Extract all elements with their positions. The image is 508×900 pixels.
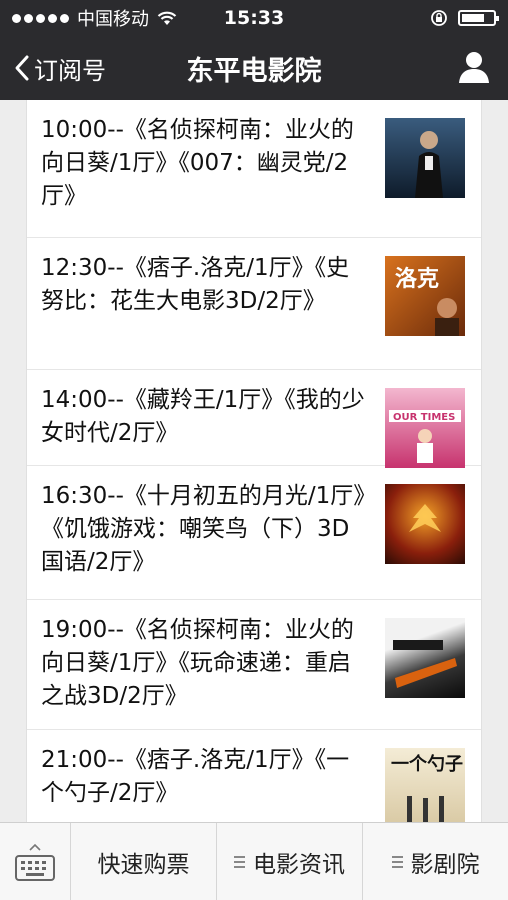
showtime-row[interactable]: 10:00--《名侦探柯南：业火的向日葵/1厅》《007：幽灵党/2厅》 <box>27 100 481 238</box>
profile-button[interactable] <box>458 50 490 88</box>
menu-list-icon <box>391 855 403 868</box>
svg-text:OUR TIMES: OUR TIMES <box>393 412 455 423</box>
menu-theater-label: 影剧院 <box>410 851 480 878</box>
status-time: 15:33 <box>223 7 285 29</box>
svg-text:一个勺子!: 一个勺子! <box>391 753 465 775</box>
menu-theater[interactable]: 影剧院 <box>362 823 508 900</box>
showtime-text: 19:00--《名侦探柯南：业火的向日葵/1厅》《玩命速递：重启之战3D/2厅》 <box>41 617 354 709</box>
chevron-up-icon <box>29 843 41 851</box>
menu-quick-ticket[interactable]: 快速购票 <box>70 823 216 900</box>
menu-movie-news-label: 电影资讯 <box>253 851 345 878</box>
back-button[interactable]: 订阅号 <box>0 36 106 100</box>
poster-a-fool-icon: 一个勺子! <box>385 748 465 822</box>
keyboard-icon <box>15 854 55 881</box>
menu-quick-ticket-label: 快速购票 <box>97 851 190 878</box>
menu-movie-news[interactable]: 电影资讯 <box>216 823 362 900</box>
showtime-row[interactable]: 16:30--《十月初五的月光/1厅》《饥饿游戏：嘲笑鸟（下）3D国语/2厅》 <box>27 466 481 600</box>
showtime-row[interactable]: 19:00--《名侦探柯南：业火的向日葵/1厅》《玩命速递：重启之战3D/2厅》 <box>27 600 481 730</box>
showtime-text: 14:00--《藏羚王/1厅》《我的少女时代/2厅》 <box>41 387 365 446</box>
showtime-text: 12:30--《痞子.洛克/1厅》《史努比：花生大电影3D/2厅》 <box>41 255 350 314</box>
poster-007-spectre-icon <box>385 118 465 198</box>
showtime-row[interactable]: 12:30--《痞子.洛克/1厅》《史努比：花生大电影3D/2厅》 洛克 <box>27 238 481 370</box>
person-icon <box>459 52 489 83</box>
poster-rock-icon: 洛克 <box>385 256 465 336</box>
poster-transporter-icon <box>385 618 465 698</box>
menu-list-icon <box>234 855 245 868</box>
showtime-list: 10:00--《名侦探柯南：业火的向日葵/1厅》《007：幽灵党/2厅》 12:… <box>26 100 482 822</box>
poster-hunger-games-icon <box>385 484 465 564</box>
showtime-text: 10:00--《名侦探柯南：业火的向日葵/1厅》《007：幽灵党/2厅》 <box>41 117 354 209</box>
status-bar: 中国移动 15:33 <box>0 0 508 36</box>
showtime-text: 21:00--《痞子.洛克/1厅》《一个勺子/2厅》 <box>41 747 350 806</box>
chevron-left-icon <box>15 55 29 81</box>
message-content[interactable]: 10:00--《名侦探柯南：业火的向日葵/1厅》《007：幽灵党/2厅》 12:… <box>0 100 508 822</box>
svg-text:洛克: 洛克 <box>395 266 439 292</box>
battery-icon <box>458 10 499 26</box>
nav-bar: 订阅号 东平电影院 <box>0 36 508 100</box>
showtime-row[interactable]: 14:00--《藏羚王/1厅》《我的少女时代/2厅》 OUR TIMES <box>27 370 481 468</box>
showtime-text: 16:30--《十月初五的月光/1厅》《饥饿游戏：嘲笑鸟（下）3D国语/2厅》 <box>41 483 365 575</box>
keyboard-toggle-button[interactable] <box>0 823 70 900</box>
bottom-menu: 快速购票 电影资讯 影剧院 <box>0 822 508 900</box>
back-label: 订阅号 <box>34 56 106 85</box>
showtime-row[interactable]: 21:00--《痞子.洛克/1厅》《一个勺子/2厅》 一个勺子! <box>27 730 481 822</box>
poster-our-times-icon: OUR TIMES <box>385 388 465 468</box>
